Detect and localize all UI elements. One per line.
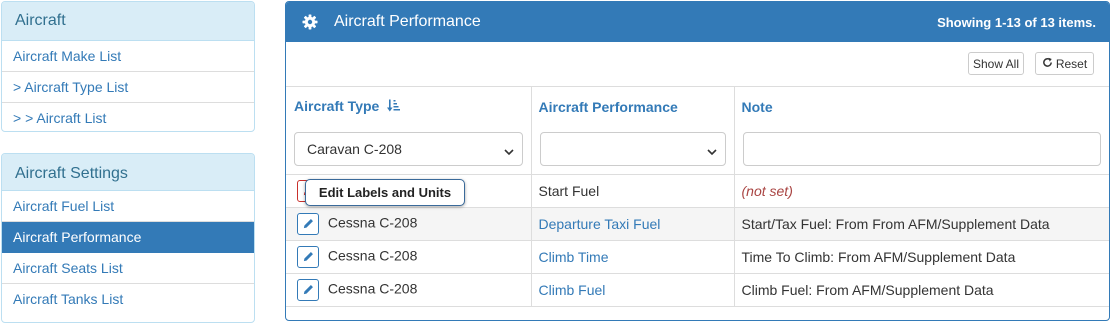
- sidebar-item-aircraft-type-list[interactable]: > Aircraft Type List: [2, 72, 254, 103]
- reset-label: Reset: [1055, 56, 1088, 71]
- summary-text: Showing 1-13 of 13 items.: [937, 14, 1096, 30]
- performance-link[interactable]: Departure Taxi Fuel: [539, 216, 661, 232]
- cell-performance: Climb Time: [531, 240, 735, 274]
- filter-cell-performance: [531, 124, 735, 175]
- gear-icon: [302, 14, 318, 30]
- filter-cell-aircraft-type: Caravan C-208: [286, 124, 532, 175]
- pencil-icon: [303, 219, 313, 229]
- sort-amount-down-icon: [387, 99, 401, 115]
- table-header-row: Aircraft Type Aircraft Performance Note: [286, 87, 1109, 124]
- table-row: Cessna C-208 Climb Time Time To Climb: F…: [286, 240, 1109, 274]
- aircraft-panel: Aircraft Aircraft Make List > Aircraft T…: [1, 1, 255, 132]
- chevron-down-icon: [706, 144, 717, 155]
- aircraft-type-filter-select[interactable]: Caravan C-208: [294, 131, 523, 166]
- panel-title: Aircraft Performance: [334, 13, 481, 30]
- cell-note: Start/Tax Fuel: From From AFM/Supplement…: [734, 207, 1109, 241]
- filter-row: Caravan C-208: [286, 124, 1109, 175]
- aircraft-settings-panel-title: Aircraft Settings: [2, 154, 254, 191]
- sidebar-item-aircraft-make-list[interactable]: Aircraft Make List: [2, 41, 254, 72]
- not-set-text: (not set): [741, 182, 793, 199]
- column-header-aircraft-performance[interactable]: Aircraft Performance: [531, 87, 735, 124]
- cell-note: Climb Fuel: From AFM/Supplement Data: [734, 273, 1109, 307]
- aircraft-type-text: Cessna C-208: [327, 280, 418, 297]
- column-header-note[interactable]: Note: [734, 87, 1109, 124]
- cell-performance: Climb Fuel: [531, 273, 735, 307]
- filter-cell-note: [734, 124, 1109, 175]
- aircraft-settings-panel: Aircraft Settings Aircraft Fuel List Air…: [1, 153, 255, 323]
- note-text: Time To Climb: From AFM/Supplement Data: [741, 248, 1016, 265]
- edit-labels-tooltip: Edit Labels and Units: [305, 179, 465, 206]
- sidebar-item-aircraft-list[interactable]: > > Aircraft List: [2, 103, 254, 131]
- column-header-aircraft-type[interactable]: Aircraft Type: [286, 87, 532, 124]
- panel-header: Aircraft Performance Showing 1-13 of 13 …: [286, 2, 1109, 42]
- aircraft-performance-panel: Aircraft Performance Showing 1-13 of 13 …: [285, 1, 1110, 321]
- sidebar-item-aircraft-performance[interactable]: Aircraft Performance: [2, 222, 254, 253]
- performance-link[interactable]: Climb Fuel: [539, 282, 606, 298]
- aircraft-type-filter-value: Caravan C-208: [307, 140, 402, 157]
- cell-aircraft-type: Cessna C-208: [286, 240, 532, 274]
- performance-text: Start Fuel: [538, 182, 600, 199]
- cell-performance: Departure Taxi Fuel: [531, 207, 735, 241]
- sidebar-item-aircraft-fuel-list[interactable]: Aircraft Fuel List: [2, 191, 254, 222]
- aircraft-panel-title: Aircraft: [2, 2, 254, 41]
- cell-note: (not set): [734, 174, 1109, 208]
- sidebar-item-aircraft-seats-list[interactable]: Aircraft Seats List: [2, 253, 254, 284]
- cell-aircraft-type: Cessna C-208: [286, 273, 532, 307]
- edit-labels-button[interactable]: [297, 245, 319, 268]
- cell-performance: Start Fuel: [531, 174, 735, 208]
- sidebar-item-aircraft-tanks-list[interactable]: Aircraft Tanks List: [2, 284, 254, 315]
- performance-link[interactable]: Climb Time: [539, 249, 609, 265]
- grid-toolbar: Show All Reset: [286, 42, 1109, 87]
- refresh-icon: [1042, 56, 1053, 71]
- edit-labels-button[interactable]: [297, 212, 319, 235]
- note-text: Start/Tax Fuel: From From AFM/Supplement…: [741, 215, 1050, 232]
- reset-button[interactable]: Reset: [1035, 52, 1094, 75]
- table-row: Cessna C-208 Departure Taxi Fuel Start/T…: [286, 207, 1109, 241]
- aircraft-type-text: Cessna C-208: [327, 214, 418, 231]
- note-filter-input[interactable]: [742, 131, 1101, 166]
- chevron-down-icon: [503, 144, 514, 155]
- pencil-icon: [303, 252, 313, 262]
- column-header-label: Aircraft Type: [294, 98, 380, 114]
- cell-note: Time To Climb: From AFM/Supplement Data: [734, 240, 1109, 274]
- edit-labels-button[interactable]: [297, 278, 319, 301]
- show-all-label: Show All: [972, 56, 1020, 71]
- aircraft-type-text: Cessna C-208: [327, 247, 418, 264]
- table-row: Cessna C-208 Climb Fuel Climb Fuel: From…: [286, 273, 1109, 307]
- note-text: Climb Fuel: From AFM/Supplement Data: [741, 281, 994, 298]
- pencil-icon: [303, 285, 313, 295]
- show-all-button[interactable]: Show All: [968, 52, 1024, 75]
- performance-filter-select[interactable]: [539, 131, 726, 166]
- cell-aircraft-type: Cessna C-208: [286, 207, 532, 241]
